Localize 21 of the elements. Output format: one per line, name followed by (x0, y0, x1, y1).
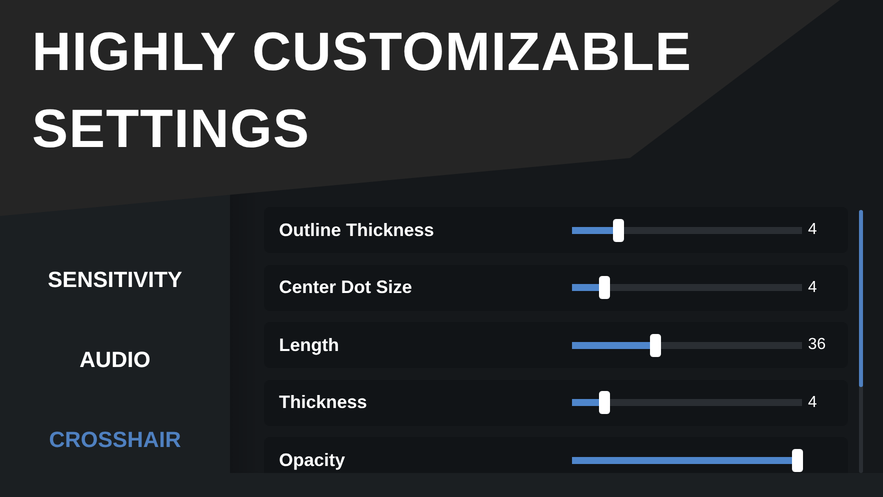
setting-label: Length (279, 334, 340, 356)
scrollbar-thumb[interactable] (859, 210, 863, 387)
setting-value: 4 (808, 278, 817, 296)
scrollbar[interactable] (859, 210, 863, 473)
setting-label: Outline Thickness (279, 220, 436, 240)
sidebar-tab[interactable]: AUDIO (80, 345, 150, 375)
headline: SETTINGS (32, 99, 310, 159)
setting-value: 36 (808, 336, 826, 354)
setting-label: Opacity (279, 450, 346, 470)
slider-handle[interactable] (792, 448, 804, 472)
sidebar-tab[interactable]: SENSITIVITY (48, 265, 182, 295)
setting-value: 4 (808, 394, 817, 412)
slider-handle[interactable] (599, 276, 610, 299)
setting-value: 4 (808, 221, 817, 239)
sidebar-tab[interactable]: CROSSHAIR (48, 425, 181, 455)
slider-handle[interactable] (613, 218, 624, 242)
slider-handle[interactable] (650, 334, 661, 356)
headline: HIGHLY CUSTOMIZABLE (32, 22, 692, 82)
setting-label: Center Dot Size (279, 277, 414, 298)
slider-handle[interactable] (599, 391, 610, 414)
setting-label: Thickness (279, 392, 368, 413)
